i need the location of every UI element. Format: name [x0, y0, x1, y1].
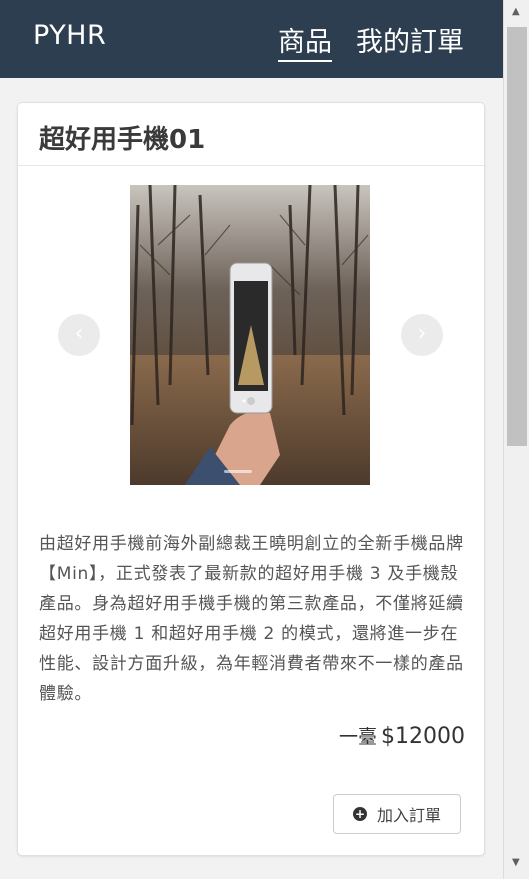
scroll-down-arrow-icon[interactable]: ▼ [512, 857, 520, 868]
chevron-right-icon[interactable]: › [401, 314, 443, 356]
vertical-scrollbar[interactable]: ▲ ▼ [503, 0, 529, 879]
add-to-order-label: 加入訂單 [376, 806, 441, 825]
nav-link-products[interactable]: 商品 [278, 20, 332, 62]
product-price: 一臺 $12000 [339, 722, 465, 749]
product-card: 超好用手機01 ‹ › 由超好用手機前海外副總裁王曉明創立的全新手機品牌【Min… [17, 102, 485, 856]
product-carousel: ‹ › [18, 185, 484, 485]
nav-link-my-orders[interactable]: 我的訂單 [356, 20, 464, 59]
scrollbar-thumb[interactable] [507, 27, 527, 446]
page-viewport: PYHR 商品 我的訂單 超好用手機01 ‹ › 由超好用手機前海外副總裁王曉明… [0, 0, 503, 879]
card-header: 超好用手機01 [18, 103, 484, 166]
price-value: $12000 [381, 724, 465, 749]
add-to-order-button[interactable]: + 加入訂單 [333, 794, 461, 834]
product-description: 由超好用手機前海外副總裁王曉明創立的全新手機品牌【Min】，正式發表了最新款的超… [39, 534, 464, 704]
scroll-up-arrow-icon[interactable]: ▲ [512, 6, 520, 17]
carousel-indicator[interactable] [224, 470, 252, 473]
brand-logo[interactable]: PYHR [33, 20, 106, 51]
plus-circle-icon: + [352, 807, 367, 821]
navbar: PYHR 商品 我的訂單 [0, 0, 503, 78]
product-image [130, 185, 370, 485]
price-unit: 一臺 [339, 726, 378, 748]
chevron-left-icon[interactable]: ‹ [58, 314, 100, 356]
product-title: 超好用手機01 [39, 125, 206, 155]
